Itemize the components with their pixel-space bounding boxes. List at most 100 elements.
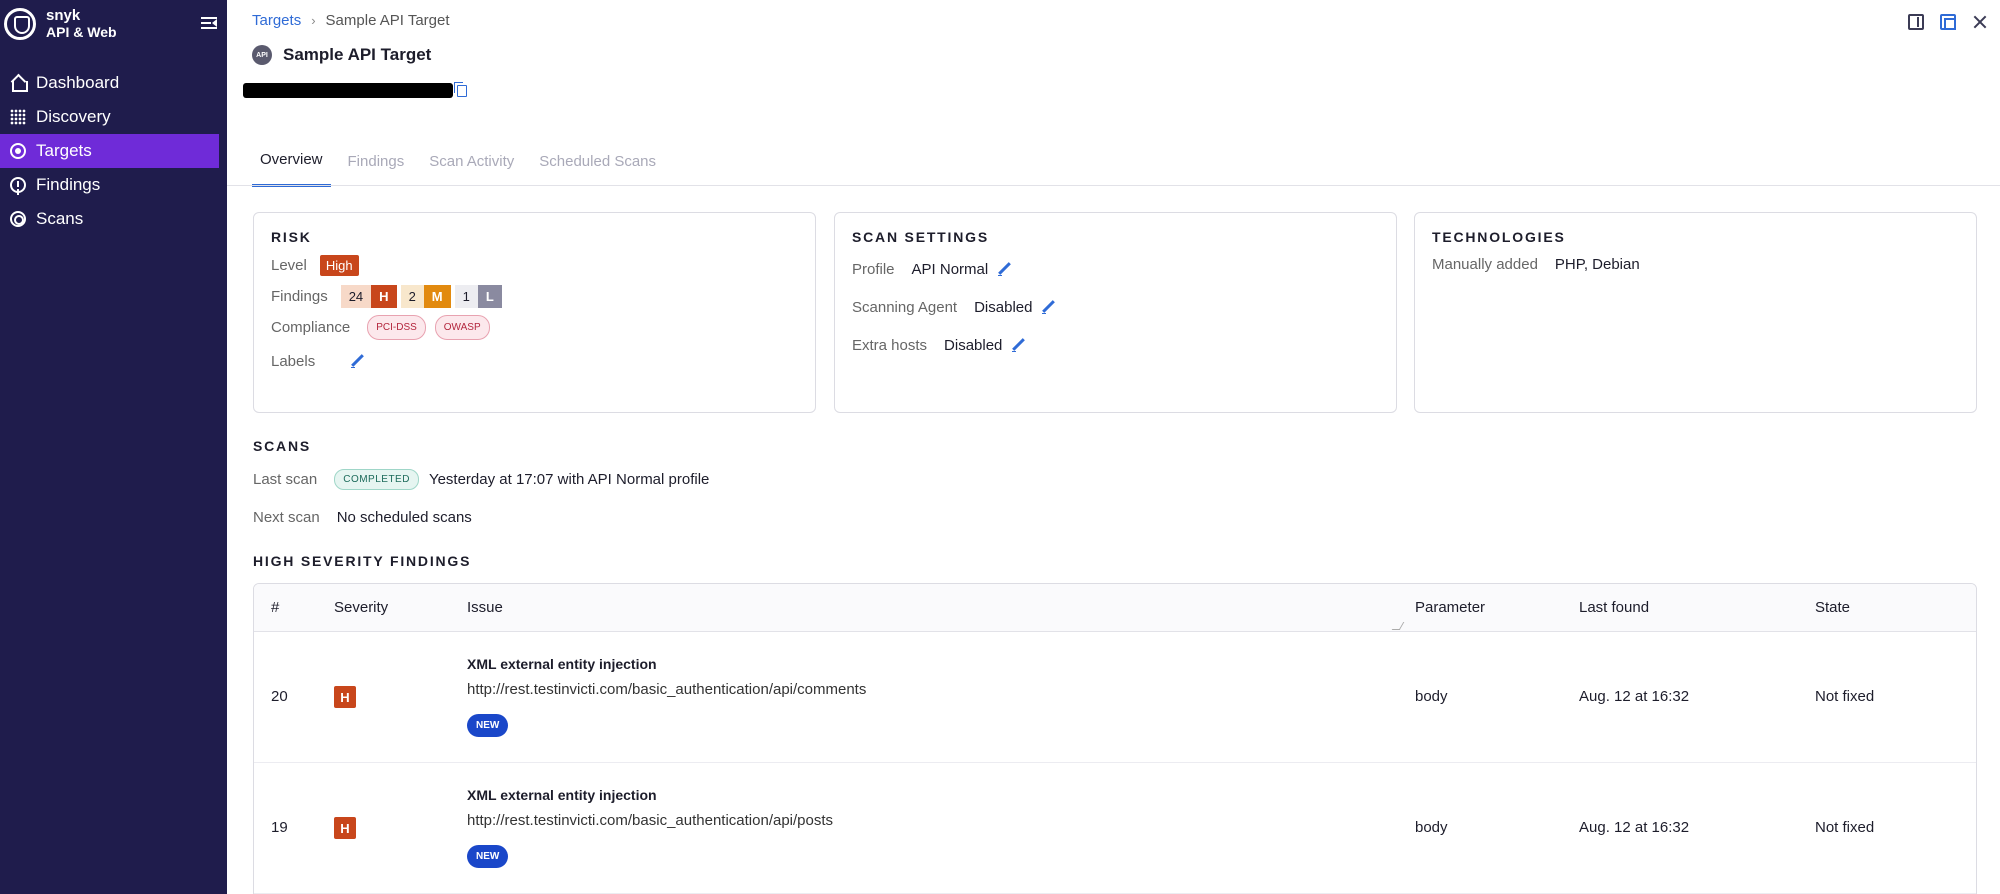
edit-profile-icon[interactable] bbox=[998, 262, 1012, 276]
sidebar-item-targets[interactable]: Targets bbox=[0, 134, 219, 168]
risk-level-label: Level bbox=[271, 256, 307, 274]
table-header: # Severity Issue Parameter Last found St… bbox=[254, 584, 1976, 632]
technologies-title: TECHNOLOGIES bbox=[1432, 229, 1566, 245]
info-icon bbox=[10, 177, 26, 193]
risk-card: RISK Level High Findings 24 H 2 M 1 L Co… bbox=[253, 212, 816, 413]
profile-label: Profile bbox=[852, 260, 895, 278]
high-count[interactable]: 24 bbox=[340, 284, 372, 308]
issue-title[interactable]: XML external entity injection bbox=[467, 787, 657, 803]
column-resize-handle-icon[interactable] bbox=[1391, 622, 1405, 630]
parameter-value: body bbox=[1415, 819, 1448, 836]
brand-title: snyk bbox=[46, 7, 81, 24]
sidebar: snyk API & Web Dashboard Discovery Targe… bbox=[0, 0, 227, 894]
brand[interactable]: snyk API & Web bbox=[0, 0, 227, 48]
row-number: 20 bbox=[271, 688, 288, 705]
tabs-divider bbox=[227, 185, 2000, 186]
risk-level-badge: High bbox=[319, 254, 359, 276]
scan-icon bbox=[10, 211, 26, 227]
extra-hosts-value: Disabled bbox=[944, 336, 1003, 354]
medium-count[interactable]: 2 bbox=[400, 284, 424, 308]
low-count[interactable]: 1 bbox=[454, 284, 478, 308]
scan-settings-card: SCAN SETTINGS Profile API Normal Scannin… bbox=[834, 212, 1397, 413]
state-value: Not fixed bbox=[1815, 688, 1875, 705]
profile-value: API Normal bbox=[911, 260, 989, 278]
tab-scheduled-scans[interactable]: Scheduled Scans bbox=[531, 135, 664, 187]
new-badge: NEW bbox=[467, 845, 509, 868]
column-header-parameter[interactable]: Parameter bbox=[1415, 599, 1485, 616]
tab-overview[interactable]: Overview bbox=[252, 135, 331, 187]
low-severity-badge: L bbox=[477, 284, 502, 308]
last-scan-value[interactable]: Yesterday at 17:07 with API Normal profi… bbox=[429, 471, 709, 488]
table-row[interactable]: 20 H XML external entity injection http:… bbox=[254, 632, 1976, 763]
breadcrumb: Targets › Sample API Target bbox=[252, 12, 450, 29]
labels-label: Labels bbox=[271, 352, 316, 370]
brand-subtitle: API & Web bbox=[46, 24, 117, 40]
api-badge-icon: API bbox=[252, 45, 272, 65]
high-severity-badge: H bbox=[371, 284, 397, 308]
scan-settings-title: SCAN SETTINGS bbox=[852, 229, 989, 245]
tabs: Overview Findings Scan Activity Schedule… bbox=[252, 135, 673, 187]
copy-icon[interactable] bbox=[454, 82, 467, 97]
scan-status-badge: COMPLETED bbox=[334, 468, 419, 490]
compliance-label: Compliance bbox=[271, 318, 351, 336]
sidebar-item-findings[interactable]: Findings bbox=[0, 168, 219, 202]
redacted-url bbox=[243, 83, 453, 98]
sidebar-item-label: Scans bbox=[36, 209, 84, 228]
last-found-value: Aug. 12 at 16:32 bbox=[1579, 688, 1690, 705]
extra-hosts-label: Extra hosts bbox=[852, 336, 928, 354]
findings-table: # Severity Issue Parameter Last found St… bbox=[253, 583, 1977, 894]
issue-url: http://rest.testinvicti.com/basic_authen… bbox=[467, 681, 867, 698]
column-header-last-found[interactable]: Last found bbox=[1579, 599, 1649, 616]
sidebar-nav: Dashboard Discovery Targets Findings Sca… bbox=[0, 66, 227, 236]
maximize-icon[interactable] bbox=[1940, 14, 1956, 30]
scanning-agent-label: Scanning Agent bbox=[852, 298, 958, 316]
tab-scan-activity[interactable]: Scan Activity bbox=[421, 135, 522, 187]
table-row[interactable]: 19 H XML external entity injection http:… bbox=[254, 763, 1976, 894]
sidebar-item-label: Findings bbox=[36, 175, 101, 194]
main-panel: Targets › Sample API Target API Sample A… bbox=[227, 0, 2000, 894]
column-header-issue[interactable]: Issue bbox=[467, 599, 503, 616]
last-found-value: Aug. 12 at 16:32 bbox=[1579, 819, 1690, 836]
sidebar-item-discovery[interactable]: Discovery bbox=[0, 100, 219, 134]
compliance-pill: OWASP bbox=[434, 314, 490, 340]
high-severity-findings-title: HIGH SEVERITY FINDINGS bbox=[253, 553, 472, 569]
side-panel-icon[interactable] bbox=[1908, 14, 1924, 30]
sidebar-item-label: Dashboard bbox=[36, 73, 120, 92]
column-header-state[interactable]: State bbox=[1815, 599, 1850, 616]
edit-labels-icon[interactable] bbox=[351, 354, 365, 368]
edit-agent-icon[interactable] bbox=[1042, 300, 1056, 314]
breadcrumb-targets-link[interactable]: Targets bbox=[252, 12, 301, 29]
next-scan-row: Next scan No scheduled scans bbox=[253, 505, 472, 529]
risk-findings-label: Findings bbox=[271, 287, 328, 305]
sidebar-item-scans[interactable]: Scans bbox=[0, 202, 219, 236]
page-title: Sample API Target bbox=[283, 45, 432, 64]
target-header: API Sample API Target bbox=[252, 45, 431, 65]
issue-title[interactable]: XML external entity injection bbox=[467, 656, 657, 672]
chevron-right-icon: › bbox=[311, 13, 316, 28]
state-value: Not fixed bbox=[1815, 819, 1875, 836]
grid-icon bbox=[10, 109, 26, 125]
collapse-sidebar-icon[interactable] bbox=[201, 16, 217, 30]
edit-extra-hosts-icon[interactable] bbox=[1012, 338, 1026, 352]
medium-severity-badge: M bbox=[423, 284, 451, 308]
scans-title: SCANS bbox=[253, 438, 312, 454]
breadcrumb-current: Sample API Target bbox=[325, 12, 450, 29]
sidebar-item-label: Targets bbox=[36, 141, 92, 160]
risk-title: RISK bbox=[271, 229, 312, 245]
issue-url: http://rest.testinvicti.com/basic_authen… bbox=[467, 812, 834, 829]
high-severity-badge: H bbox=[334, 686, 356, 708]
snyk-logo-icon bbox=[4, 8, 36, 40]
tab-findings[interactable]: Findings bbox=[340, 135, 413, 187]
home-icon bbox=[10, 75, 28, 92]
technologies-card: TECHNOLOGIES Manually added PHP, Debian bbox=[1414, 212, 1977, 413]
last-scan-label: Last scan bbox=[253, 470, 318, 488]
window-controls bbox=[1908, 14, 1988, 30]
sidebar-item-label: Discovery bbox=[36, 107, 111, 126]
sidebar-item-dashboard[interactable]: Dashboard bbox=[0, 66, 219, 100]
column-header-number[interactable]: # bbox=[271, 599, 279, 616]
parameter-value: body bbox=[1415, 688, 1448, 705]
close-icon[interactable] bbox=[1972, 14, 1988, 30]
column-header-severity[interactable]: Severity bbox=[334, 599, 388, 616]
new-badge: NEW bbox=[467, 714, 509, 737]
row-number: 19 bbox=[271, 819, 288, 836]
